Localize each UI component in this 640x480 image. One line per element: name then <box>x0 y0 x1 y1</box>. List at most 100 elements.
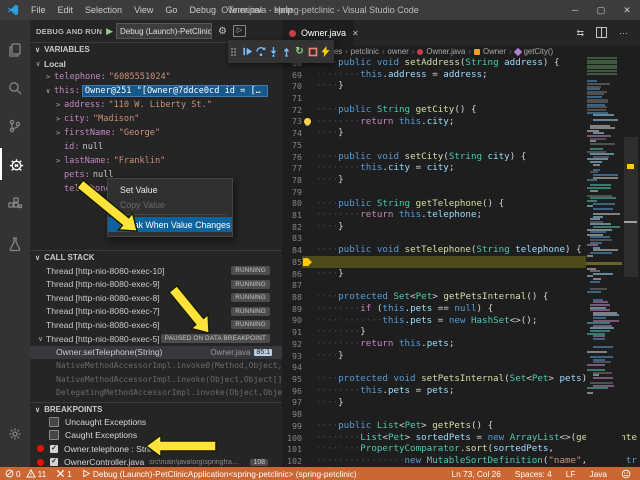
menu-selection[interactable]: Selection <box>79 5 128 15</box>
restart-button[interactable]: ↻ <box>293 44 306 60</box>
chevron-right-icon[interactable]: > <box>56 101 64 109</box>
minimap[interactable] <box>586 57 622 467</box>
toggle-editor-layout-icon[interactable]: ⇆ <box>576 28 584 39</box>
line-number[interactable]: 89 <box>282 304 302 314</box>
chevron-down-icon[interactable]: ∨ <box>38 335 46 343</box>
debug-console-icon[interactable]: ▷ <box>233 25 246 37</box>
chevron-right-icon[interactable]: > <box>46 73 54 81</box>
line-number[interactable]: 78 <box>282 175 302 185</box>
gutter-margin[interactable] <box>302 420 316 432</box>
gutter-margin[interactable] <box>302 455 316 467</box>
breadcrumb-item[interactable]: Owner.java <box>426 47 465 56</box>
thread-row[interactable]: Thread [http-nio-8080-exec-6]RUNNING <box>30 318 282 331</box>
gutter-margin[interactable] <box>302 162 316 174</box>
hot-code-replace-icon[interactable] <box>319 44 332 60</box>
stack-frame-row-external[interactable]: DelegatingMethodAccessorImpl.invoke(Obje… <box>30 386 282 399</box>
gutter-margin[interactable] <box>302 279 316 291</box>
line-number[interactable]: 77 <box>282 163 302 173</box>
line-number[interactable]: 76 <box>282 152 302 162</box>
cursor-position[interactable]: Ln 73, Col 26 <box>452 469 501 479</box>
gutter-margin[interactable] <box>302 326 316 338</box>
gutter-margin[interactable] <box>302 127 316 139</box>
tasks-status[interactable]: 1 <box>56 469 72 479</box>
breadcrumb-item[interactable]: owner <box>388 47 409 56</box>
line-number[interactable]: 97 <box>282 397 302 407</box>
gutter-margin[interactable] <box>302 209 316 221</box>
start-debug-icon[interactable]: ▶ <box>106 26 113 37</box>
launch-config-dropdown[interactable]: Debug (Launch)-PetClinicA ∨ <box>116 23 212 39</box>
line-number[interactable]: 90 <box>282 315 302 325</box>
gutter-margin[interactable] <box>302 373 316 385</box>
gutter-margin[interactable] <box>302 256 316 268</box>
menu-edit[interactable]: Edit <box>52 5 80 15</box>
line-number[interactable]: 69 <box>282 70 302 80</box>
chevron-right-icon[interactable]: > <box>56 157 64 165</box>
line-number[interactable]: 72 <box>282 105 302 115</box>
breadcrumb-item[interactable]: Owner <box>483 47 506 56</box>
variable-row[interactable]: >address: "110 W. Liberty St." <box>30 99 282 112</box>
line-number[interactable]: 87 <box>282 280 302 290</box>
editor-scrollbar[interactable] <box>622 57 640 467</box>
indentation-setting[interactable]: Spaces: 4 <box>515 469 552 479</box>
close-tab-icon[interactable]: ✕ <box>352 29 359 38</box>
problems-status[interactable]: 0 11 <box>5 469 46 479</box>
feedback-smiley-icon[interactable] <box>621 469 633 479</box>
menu-help[interactable]: Help <box>268 5 299 15</box>
gutter-margin[interactable] <box>302 92 316 104</box>
thread-row[interactable]: ∨Thread [http-nio-8080-exec-5]PAUSED ON … <box>30 332 282 345</box>
gutter-margin[interactable] <box>302 151 316 163</box>
stack-frame-row[interactable]: Owner.setTelephone(String)Owner.java85:1 <box>30 346 282 359</box>
menu-item-set-value[interactable]: Set Value <box>108 182 232 197</box>
gutter-margin[interactable] <box>302 80 316 92</box>
breadcrumb-item[interactable]: getCity() <box>524 47 553 56</box>
line-number[interactable]: 91 <box>282 327 302 337</box>
gutter-margin[interactable] <box>302 139 316 151</box>
explorer-icon[interactable] <box>0 34 30 66</box>
gutter-margin[interactable] <box>302 397 316 409</box>
breakpoint-checkbox[interactable]: ✓ <box>50 445 58 453</box>
line-number[interactable]: 92 <box>282 339 302 349</box>
line-number[interactable]: 75 <box>282 140 302 150</box>
gutter-margin[interactable] <box>302 315 316 327</box>
gutter-margin[interactable] <box>302 291 316 303</box>
gutter-margin[interactable] <box>302 116 316 128</box>
chevron-down-icon[interactable]: ∨ <box>46 87 54 95</box>
breakpoint-row[interactable]: Caught Exceptions <box>30 429 282 442</box>
line-number[interactable]: 86 <box>282 269 302 279</box>
stack-frame-row-external[interactable]: NativeMethodAccessorImpl.invoke(Object,O… <box>30 373 282 386</box>
line-number[interactable]: 88 <box>282 292 302 302</box>
line-number[interactable]: 100 <box>282 433 302 443</box>
thread-row[interactable]: Thread [http-nio-8080-exec-9]RUNNING <box>30 278 282 291</box>
thread-row[interactable]: Thread [http-nio-8080-exec-7]RUNNING <box>30 305 282 318</box>
gutter-margin[interactable] <box>302 443 316 455</box>
variable-row[interactable]: >city: "Madison" <box>30 113 282 126</box>
line-number[interactable]: 85 <box>282 257 302 267</box>
run-and-debug-icon[interactable] <box>0 148 30 180</box>
manage-gear-icon[interactable] <box>0 418 30 450</box>
variable-row[interactable]: >firstName: "George" <box>30 127 282 140</box>
menu-file[interactable]: File <box>25 5 52 15</box>
thread-row[interactable]: Thread [http-nio-8080-exec-10]RUNNING <box>30 264 282 277</box>
breakpoint-checkbox[interactable] <box>49 417 59 427</box>
source-control-icon[interactable] <box>0 110 30 142</box>
variable-row[interactable]: ∨this: Owner@251 "[Owner@7ddce0cd id = [… <box>30 85 282 98</box>
line-number[interactable]: 102 <box>282 456 302 466</box>
breakpoint-row[interactable]: ✓OwnerController.javasrc\main\java\org\s… <box>30 456 282 467</box>
breadcrumb-item[interactable]: petclinic <box>351 47 379 56</box>
variable-row[interactable]: >telephone: "6085551024" <box>30 71 282 84</box>
gutter-margin[interactable] <box>302 69 316 81</box>
chevron-down-icon[interactable]: ∨ <box>36 60 44 68</box>
gutter-margin[interactable] <box>302 198 316 210</box>
gutter-margin[interactable] <box>302 350 316 362</box>
debug-settings-gear-icon[interactable]: ⚙ <box>218 26 227 37</box>
variable-row[interactable]: id: null <box>30 140 282 153</box>
gutter-margin[interactable] <box>302 303 316 315</box>
line-number[interactable]: 82 <box>282 222 302 232</box>
scrollbar-slider[interactable] <box>624 137 638 277</box>
line-number[interactable]: 80 <box>282 198 302 208</box>
gutter-margin[interactable] <box>302 233 316 245</box>
maximize-button[interactable]: ▢ <box>588 0 614 20</box>
menu-view[interactable]: View <box>128 5 159 15</box>
line-number[interactable]: 74 <box>282 128 302 138</box>
menu-item-copy-value[interactable]: Copy Value <box>108 197 232 212</box>
